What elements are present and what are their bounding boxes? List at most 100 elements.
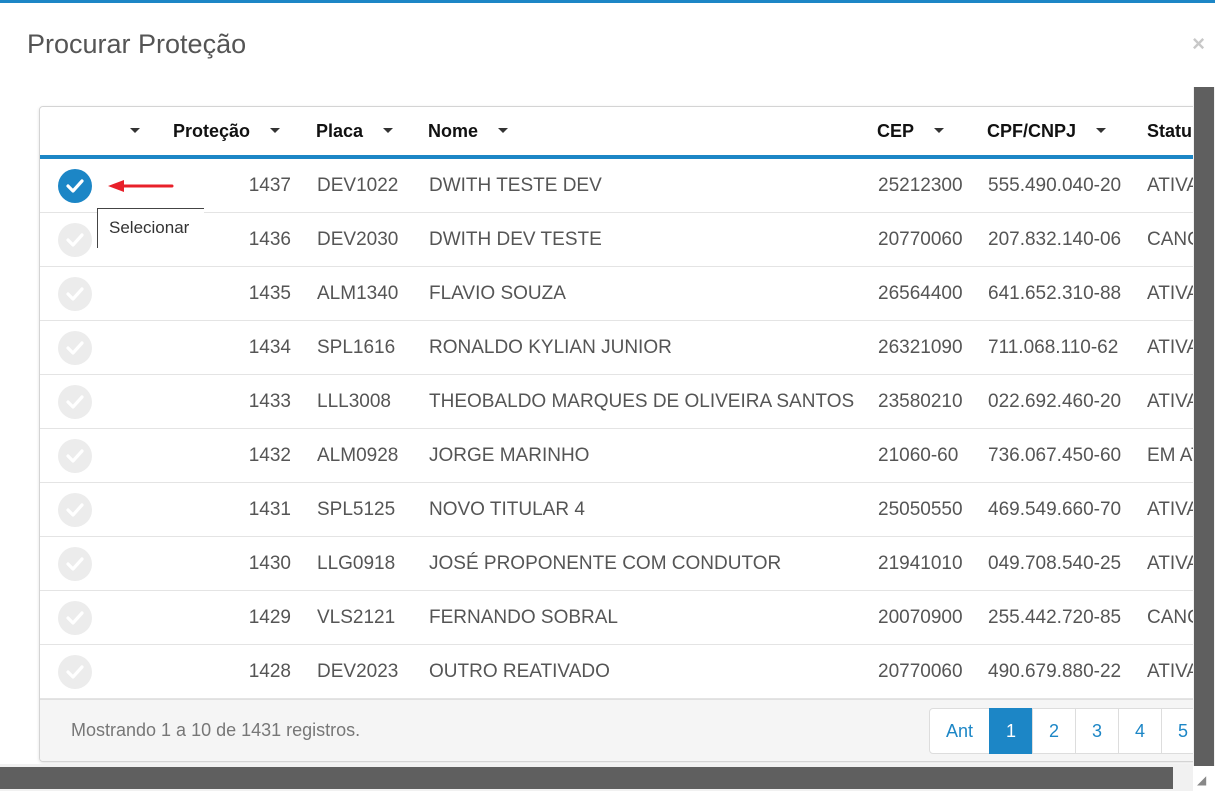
cell-nome: RONALDO KYLIAN JUNIOR xyxy=(429,337,672,358)
cell-cpf: 049.708.540-25 xyxy=(988,553,1122,574)
cell-placa: LLG0918 xyxy=(317,553,396,574)
pagination-page[interactable]: 3 xyxy=(1075,708,1120,754)
vertical-scrollbar[interactable] xyxy=(1193,87,1215,766)
grid-header: Proteção Placa Nome CEP CPF/CNPJ Statu xyxy=(40,107,1198,159)
column-header-status[interactable]: Statu xyxy=(1147,121,1192,142)
grid-footer: Mostrando 1 a 10 de 1431 registros. Ant … xyxy=(40,699,1198,761)
cell-cpf: 255.442.720-85 xyxy=(988,607,1122,628)
check-icon xyxy=(66,341,84,355)
table-row[interactable]: 1430 LLG0918 JOSÉ PROPONENTE COM CONDUTO… xyxy=(40,537,1198,591)
column-label: Statu xyxy=(1147,121,1192,141)
select-check-button[interactable] xyxy=(58,277,92,311)
cell-nome: DWITH TESTE DEV xyxy=(429,175,602,196)
cell-protecao: 1432 xyxy=(248,445,291,466)
cell-nome: DWITH DEV TESTE xyxy=(429,229,602,250)
cell-placa: LLL3008 xyxy=(317,391,391,412)
cell-status: EM AT xyxy=(1147,445,1199,466)
caret-down-icon[interactable] xyxy=(270,127,281,133)
horizontal-scroll-thumb[interactable] xyxy=(0,767,1173,789)
cell-protecao: 1434 xyxy=(248,337,291,358)
column-header-protecao[interactable]: Proteção xyxy=(173,121,281,142)
cell-cep: 26321090 xyxy=(878,337,963,358)
cell-cep: 20770060 xyxy=(878,229,963,250)
cell-status: ATIVA xyxy=(1147,391,1199,412)
check-icon xyxy=(66,287,84,301)
cell-protecao: 1430 xyxy=(248,553,291,574)
table-row[interactable]: 1432 ALM0928 JORGE MARINHO 21060-60 736.… xyxy=(40,429,1198,483)
cell-status: ATIVA xyxy=(1147,661,1199,682)
pagination-page[interactable]: 1 xyxy=(989,708,1034,754)
cell-nome: FLAVIO SOUZA xyxy=(429,283,566,304)
cell-placa: SPL5125 xyxy=(317,499,396,520)
select-check-button[interactable] xyxy=(58,385,92,419)
check-icon xyxy=(66,665,84,679)
table-row[interactable]: 1429 VLS2121 FERNANDO SOBRAL 20070900 25… xyxy=(40,591,1198,645)
select-check-button[interactable] xyxy=(58,655,92,689)
caret-down-icon[interactable] xyxy=(1096,127,1107,133)
caret-down-icon[interactable] xyxy=(934,127,945,133)
check-icon xyxy=(66,611,84,625)
pagination-page[interactable]: 4 xyxy=(1118,708,1163,754)
cell-protecao: 1428 xyxy=(248,661,291,682)
cell-status: CANC xyxy=(1147,607,1199,628)
cell-status: ATIVA xyxy=(1147,553,1199,574)
cell-status: CANC xyxy=(1147,229,1199,250)
cell-nome: JOSÉ PROPONENTE COM CONDUTOR xyxy=(429,553,782,574)
select-check-button[interactable] xyxy=(58,601,92,635)
close-icon[interactable]: × xyxy=(1192,31,1205,57)
check-icon xyxy=(66,395,84,409)
cell-nome: JORGE MARINHO xyxy=(429,445,590,466)
resize-grip-icon[interactable]: ◢ xyxy=(1197,773,1206,787)
pagination: Ant 1 2 3 4 5 xyxy=(929,708,1198,754)
protection-grid: Proteção Placa Nome CEP CPF/CNPJ Statu 1… xyxy=(39,106,1199,762)
check-icon xyxy=(66,233,84,247)
select-check-button[interactable] xyxy=(58,547,92,581)
table-row[interactable]: 1436 DEV2030 DWITH DEV TESTE 20770060 20… xyxy=(40,213,1198,267)
cell-placa: DEV1022 xyxy=(317,175,399,196)
cell-cep: 21060-60 xyxy=(878,445,959,466)
cell-cep: 26564400 xyxy=(878,283,963,304)
pagination-page[interactable]: 2 xyxy=(1032,708,1077,754)
select-check-button[interactable] xyxy=(58,493,92,527)
vertical-scroll-thumb[interactable] xyxy=(1194,87,1214,766)
cell-cpf: 641.652.310-88 xyxy=(988,283,1122,304)
caret-down-icon[interactable] xyxy=(130,127,140,133)
table-row[interactable]: 1431 SPL5125 NOVO TITULAR 4 25050550 469… xyxy=(40,483,1198,537)
table-row[interactable]: 1434 SPL1616 RONALDO KYLIAN JUNIOR 26321… xyxy=(40,321,1198,375)
cell-protecao: 1437 xyxy=(248,175,291,196)
cell-protecao: 1431 xyxy=(248,499,291,520)
cell-protecao: 1436 xyxy=(248,229,291,250)
column-header-nome[interactable]: Nome xyxy=(428,121,509,142)
select-check-button[interactable] xyxy=(58,223,92,257)
cell-placa: ALM1340 xyxy=(317,283,399,304)
caret-down-icon[interactable] xyxy=(498,127,509,133)
check-icon xyxy=(66,557,84,571)
check-icon xyxy=(66,179,84,193)
column-header-cep[interactable]: CEP xyxy=(877,121,945,142)
cell-status: ATIVA xyxy=(1147,499,1199,520)
column-header-placa[interactable]: Placa xyxy=(316,121,394,142)
table-row[interactable]: 1433 LLL3008 THEOBALDO MARQUES DE OLIVEI… xyxy=(40,375,1198,429)
caret-down-icon[interactable] xyxy=(383,127,394,133)
column-label: Placa xyxy=(316,121,364,141)
select-check-button[interactable] xyxy=(58,169,92,203)
check-icon xyxy=(66,449,84,463)
cell-cpf: 711.068.110-62 xyxy=(988,337,1119,358)
table-row[interactable]: 1428 DEV2023 OUTRO REATIVADO 20770060 49… xyxy=(40,645,1198,699)
table-row[interactable]: 1437 DEV1022 DWITH TESTE DEV 25212300 55… xyxy=(40,159,1198,213)
annotation-arrow-icon xyxy=(108,180,174,192)
cell-cep: 23580210 xyxy=(878,391,963,412)
cell-placa: VLS2121 xyxy=(317,607,396,628)
cell-cep: 25050550 xyxy=(878,499,963,520)
select-tooltip: Selecionar xyxy=(97,208,204,248)
select-check-button[interactable] xyxy=(58,439,92,473)
column-header-cpf[interactable]: CPF/CNPJ xyxy=(987,121,1107,142)
cell-cpf: 555.490.040-20 xyxy=(988,175,1122,196)
cell-nome: FERNANDO SOBRAL xyxy=(429,607,618,628)
select-check-button[interactable] xyxy=(58,331,92,365)
column-header-select[interactable] xyxy=(130,121,140,142)
pagination-prev[interactable]: Ant xyxy=(929,708,991,754)
table-row[interactable]: 1435 ALM1340 FLAVIO SOUZA 26564400 641.6… xyxy=(40,267,1198,321)
grid-rows: 1437 DEV1022 DWITH TESTE DEV 25212300 55… xyxy=(40,159,1198,699)
horizontal-scrollbar[interactable] xyxy=(0,764,1193,791)
